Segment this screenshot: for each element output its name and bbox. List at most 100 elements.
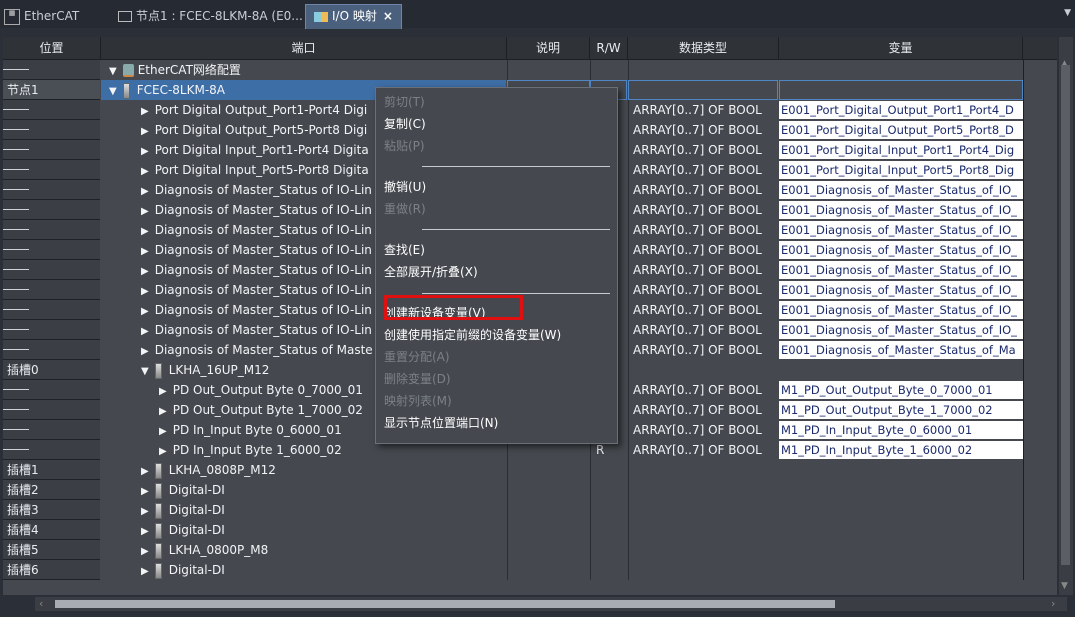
- cell-variable[interactable]: E001_Diagnosis_of_Master_Status_of_IO_: [779, 220, 1023, 240]
- menu-item-reassign[interactable]: 重置分配(A): [384, 347, 450, 367]
- cell-variable[interactable]: [779, 500, 1023, 520]
- tab-io-map[interactable]: I/O 映射 ×: [305, 4, 402, 29]
- expand-right-icon[interactable]: ▶: [141, 142, 149, 160]
- horizontal-scroll-thumb[interactable]: [55, 600, 835, 608]
- variable-field[interactable]: M1_PD_Out_Output_Byte_1_7000_02: [779, 401, 1023, 419]
- expand-right-icon[interactable]: ▶: [141, 182, 149, 200]
- cell-description[interactable]: [507, 60, 590, 80]
- variable-field[interactable]: M1_PD_Out_Output_Byte_0_7000_01: [779, 381, 1023, 399]
- cell-variable[interactable]: E001_Diagnosis_of_Master_Status_of_IO_: [779, 240, 1023, 260]
- cell-variable[interactable]: E001_Diagnosis_of_Master_Status_of_IO_: [779, 320, 1023, 340]
- cell-port[interactable]: ▶ LKHA_0800P_M8: [101, 540, 506, 560]
- expand-right-icon[interactable]: ▶: [141, 162, 149, 180]
- cell-variable[interactable]: E001_Port_Digital_Input_Port5_Port8_Dig: [779, 160, 1023, 180]
- cell-port[interactable]: ▶ LKHA_0808P_M12: [101, 460, 506, 480]
- expand-right-icon[interactable]: ▶: [159, 442, 167, 460]
- variable-field[interactable]: E001_Diagnosis_of_Master_Status_of_IO_: [779, 241, 1023, 259]
- expand-right-icon[interactable]: ▶: [159, 402, 167, 420]
- cell-description[interactable]: [507, 560, 590, 580]
- variable-field[interactable]: E001_Port_Digital_Input_Port1_Port4_Dig: [779, 141, 1023, 159]
- menu-item-undo[interactable]: 撤销(U): [384, 177, 426, 197]
- cell-variable[interactable]: M1_PD_Out_Output_Byte_1_7000_02: [779, 400, 1023, 420]
- menu-item-find[interactable]: 查找(E): [384, 240, 425, 260]
- menu-item-cut[interactable]: 剪切(T): [384, 92, 425, 112]
- expand-right-icon[interactable]: ▶: [159, 382, 167, 400]
- cell-description[interactable]: [507, 500, 590, 520]
- menu-item-show-node-port[interactable]: 显示节点位置端口(N): [384, 413, 498, 433]
- expand-right-icon[interactable]: ▶: [141, 102, 149, 120]
- tab-list-chevron-icon[interactable]: ▼: [1064, 8, 1071, 18]
- horizontal-scrollbar[interactable]: ‹ ›: [35, 597, 1067, 611]
- tab-node1[interactable]: 节点1 : FCEC-8LKM-8A (E0...: [118, 5, 303, 27]
- variable-field[interactable]: E001_Diagnosis_of_Master_Status_of_IO_: [779, 201, 1023, 219]
- cell-description[interactable]: [507, 480, 590, 500]
- cell-description[interactable]: [507, 520, 590, 540]
- cell-variable[interactable]: M1_PD_Out_Output_Byte_0_7000_01: [779, 380, 1023, 400]
- expand-right-icon[interactable]: ▶: [141, 562, 149, 580]
- scroll-right-icon[interactable]: ›: [1051, 597, 1055, 610]
- col-header-port[interactable]: 端口: [101, 37, 507, 59]
- cell-port[interactable]: ▶ Digital-DI: [101, 480, 506, 500]
- cell-variable[interactable]: E001_Port_Digital_Output_Port1_Port4_D: [779, 100, 1023, 120]
- cell-variable[interactable]: M1_PD_In_Input_Byte_1_6000_02: [779, 440, 1023, 460]
- cell-variable[interactable]: [779, 60, 1023, 80]
- expand-right-icon[interactable]: ▶: [141, 222, 149, 240]
- table-row[interactable]: ▼ EtherCAT网络配置: [3, 60, 1057, 80]
- table-row[interactable]: 插槽4 ▶ Digital-DI: [3, 520, 1057, 540]
- menu-item-redo[interactable]: 重做(R): [384, 199, 426, 219]
- expand-down-icon[interactable]: ▼: [141, 362, 149, 380]
- variable-field[interactable]: E001_Diagnosis_of_Master_Status_of_IO_: [779, 181, 1023, 199]
- col-header-position[interactable]: 位置: [3, 37, 101, 59]
- variable-field[interactable]: E001_Diagnosis_of_Master_Status_of_IO_: [779, 261, 1023, 279]
- cell-variable[interactable]: E001_Port_Digital_Output_Port5_Port8_D: [779, 120, 1023, 140]
- expand-right-icon[interactable]: ▶: [141, 522, 149, 540]
- variable-field[interactable]: E001_Diagnosis_of_Master_Status_of_IO_: [779, 301, 1023, 319]
- cell-variable[interactable]: E001_Diagnosis_of_Master_Status_of_IO_: [779, 260, 1023, 280]
- menu-item-expand-collapse[interactable]: 全部展开/折叠(X): [384, 262, 478, 282]
- menu-item-create-with-prefix[interactable]: 创建使用指定前缀的设备变量(W): [384, 325, 561, 345]
- cell-variable[interactable]: E001_Diagnosis_of_Master_Status_of_IO_: [779, 180, 1023, 200]
- expand-right-icon[interactable]: ▶: [141, 122, 149, 140]
- menu-item-map-list[interactable]: 映射列表(M): [384, 391, 452, 411]
- cell-port[interactable]: ▼ EtherCAT网络配置: [101, 60, 506, 80]
- col-header-description[interactable]: 说明: [507, 37, 590, 59]
- menu-item-paste[interactable]: 粘贴(P): [384, 136, 425, 156]
- cell-port[interactable]: ▶ Digital-DI: [101, 500, 506, 520]
- expand-right-icon[interactable]: ▶: [141, 202, 149, 220]
- variable-field[interactable]: E001_Diagnosis_of_Master_Status_of_IO_: [779, 221, 1023, 239]
- expand-right-icon[interactable]: ▶: [141, 482, 149, 500]
- expand-down-icon[interactable]: ▼: [109, 62, 117, 80]
- cell-variable[interactable]: [779, 480, 1023, 500]
- cell-variable[interactable]: [779, 360, 1023, 380]
- cell-variable[interactable]: [779, 540, 1023, 560]
- variable-field[interactable]: E001_Diagnosis_of_Master_Status_of_IO_: [779, 281, 1023, 299]
- cell-variable[interactable]: [779, 80, 1023, 100]
- menu-item-delete-variable[interactable]: 删除变量(D): [384, 369, 451, 389]
- cell-variable[interactable]: M1_PD_In_Input_Byte_0_6000_01: [779, 420, 1023, 440]
- close-icon[interactable]: ×: [383, 9, 393, 23]
- table-row[interactable]: 插槽5 ▶ LKHA_0800P_M8: [3, 540, 1057, 560]
- tab-ethercat[interactable]: ▦ EtherCAT: [4, 5, 79, 27]
- cell-description[interactable]: [507, 460, 590, 480]
- variable-field[interactable]: E001_Port_Digital_Output_Port1_Port4_D: [779, 101, 1023, 119]
- expand-right-icon[interactable]: ▶: [141, 462, 149, 480]
- expand-right-icon[interactable]: ▶: [141, 322, 149, 340]
- expand-right-icon[interactable]: ▶: [141, 242, 149, 260]
- table-row[interactable]: 插槽3 ▶ Digital-DI: [3, 500, 1057, 520]
- cell-variable[interactable]: E001_Diagnosis_of_Master_Status_of_IO_: [779, 300, 1023, 320]
- col-header-datatype[interactable]: 数据类型: [628, 37, 779, 59]
- cell-description[interactable]: [507, 540, 590, 560]
- vertical-scroll-thumb[interactable]: [1061, 65, 1070, 565]
- expand-right-icon[interactable]: ▶: [141, 542, 149, 560]
- vertical-scrollbar[interactable]: ▲ ▼: [1059, 37, 1073, 595]
- cell-variable[interactable]: [779, 460, 1023, 480]
- table-row[interactable]: 插槽2 ▶ Digital-DI: [3, 480, 1057, 500]
- expand-right-icon[interactable]: ▶: [159, 422, 167, 440]
- expand-right-icon[interactable]: ▶: [141, 282, 149, 300]
- variable-field[interactable]: E001_Diagnosis_of_Master_Status_of_Ma: [779, 341, 1023, 359]
- expand-right-icon[interactable]: ▶: [141, 302, 149, 320]
- expand-right-icon[interactable]: ▶: [141, 502, 149, 520]
- variable-field[interactable]: E001_Port_Digital_Input_Port5_Port8_Dig: [779, 161, 1023, 179]
- variable-field[interactable]: E001_Port_Digital_Output_Port5_Port8_D: [779, 121, 1023, 139]
- menu-item-copy[interactable]: 复制(C): [384, 114, 426, 134]
